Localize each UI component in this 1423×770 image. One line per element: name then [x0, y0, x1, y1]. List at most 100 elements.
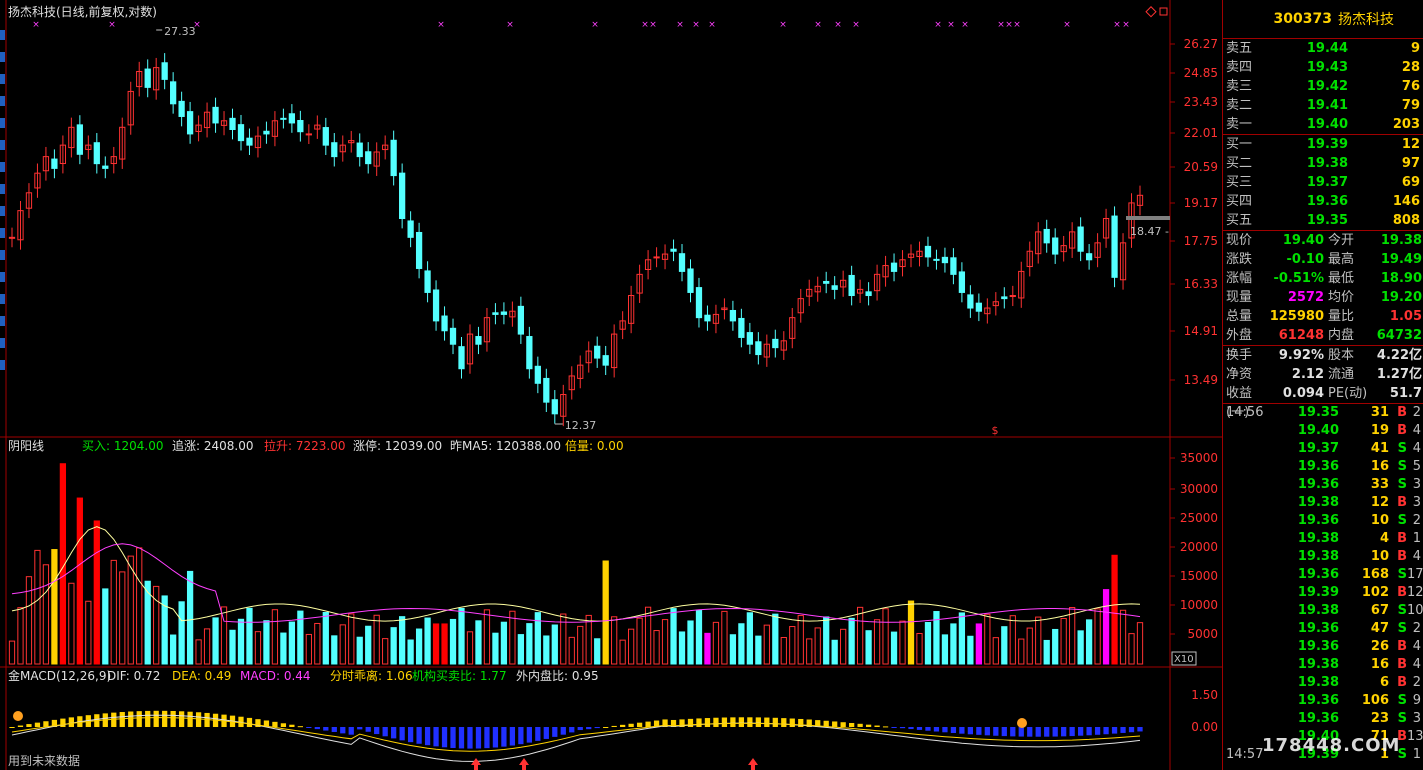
tick-row[interactable]: 19.38 4 B 1 — [1223, 530, 1423, 548]
bid-list: 买一 19.39 12 买二 19.38 97 买三 19.37 69 买四 19.36 146 买五 1… — [1223, 135, 1423, 231]
candle-body — [602, 355, 609, 366]
toolbar-dot[interactable] — [0, 338, 5, 348]
tick-row[interactable]: 19.36 33 S 3 — [1223, 476, 1423, 494]
tick-time — [1223, 584, 1281, 602]
tick-side: B — [1397, 585, 1407, 600]
toolbar-dot[interactable] — [0, 162, 5, 172]
top-event-marker: × — [1005, 20, 1013, 30]
main-title: 扬杰科技(日线,前复权,对数) — [8, 4, 157, 19]
toolbar-dot[interactable] — [0, 294, 5, 304]
toolbar-dot[interactable] — [0, 206, 5, 216]
tick-row[interactable]: 19.36 47 S 2 — [1223, 620, 1423, 638]
volume-bar — [1009, 615, 1016, 665]
macd-indicator-label: DEA: 0.49 — [172, 669, 231, 683]
tick-row[interactable]: 19.36 26 B 4 — [1223, 638, 1423, 656]
tick-row[interactable]: 19.36 10 S 2 — [1223, 512, 1423, 530]
toolbar-dot[interactable] — [0, 184, 5, 194]
ask-row[interactable]: 卖三 19.42 76 — [1223, 77, 1423, 96]
tick-row[interactable]: 19.38 67 S 10 — [1223, 602, 1423, 620]
toolbar-dot[interactable] — [0, 140, 5, 150]
toolbar-dot[interactable] — [0, 272, 5, 282]
toolbar-dot[interactable] — [0, 96, 5, 106]
volume-bar — [373, 614, 380, 665]
tick-row[interactable]: 19.37 41 S 4 — [1223, 440, 1423, 458]
tick-row[interactable]: 14:56 19.35 31 B 2 — [1223, 404, 1423, 422]
low-price-label: 12.37 — [565, 419, 597, 432]
top-event-marker: × — [961, 20, 969, 30]
tick-row[interactable]: 19.36 168 S 17 — [1223, 566, 1423, 584]
toolbar-dot[interactable] — [0, 316, 5, 326]
volume-bar — [1052, 628, 1059, 665]
volume-bar — [8, 640, 16, 665]
candle-body — [102, 165, 109, 169]
kline-chart[interactable]: 26.27 24.85 23.43 22.01 20.59 19.17 17.75 16.33… — [0, 0, 1222, 770]
volume-bar — [882, 608, 889, 665]
fundamental-label: 流通 — [1328, 367, 1355, 382]
macd-bar — [696, 718, 702, 727]
ask-row[interactable]: 卖四 19.43 28 — [1223, 58, 1423, 77]
volume-bar — [263, 620, 270, 665]
tick-time — [1223, 692, 1281, 710]
macd-bar — [1094, 727, 1101, 735]
ask-row[interactable]: 卖五 19.44 9 — [1223, 39, 1423, 58]
toolbar-dot[interactable] — [0, 52, 5, 62]
toolbar-dot[interactable] — [0, 360, 5, 370]
toolbar-dot[interactable] — [0, 30, 5, 40]
toolbar-dot[interactable] — [0, 74, 5, 84]
tick-row[interactable]: 19.38 6 B 2 — [1223, 674, 1423, 692]
volume-bar — [602, 560, 609, 665]
macd-bar — [772, 717, 778, 727]
macd-bar — [865, 724, 872, 727]
volume-bar — [772, 613, 779, 665]
tick-list[interactable]: 14:56 19.35 31 B 2 19.40 19 B 4 19.37 41 S 4 19.36 16 S… — [1223, 404, 1423, 764]
toolbar-dot[interactable] — [0, 228, 5, 238]
candle-body — [144, 68, 151, 88]
candle-body — [1077, 226, 1084, 252]
y-tick-label: 14.91 — [1184, 324, 1218, 338]
quote-value: 125980 — [1269, 309, 1324, 324]
tick-row[interactable]: 19.38 16 B 4 — [1223, 656, 1423, 674]
toolbar-dot[interactable] — [0, 250, 5, 260]
tick-row[interactable]: 19.36 16 S 5 — [1223, 458, 1423, 476]
tick-count: 3 — [1412, 711, 1421, 726]
volume-bar — [992, 637, 999, 665]
tick-row[interactable]: 19.38 10 B 4 — [1223, 548, 1423, 566]
toolbar-dot[interactable] — [0, 118, 5, 128]
y-tick-label: 22.01 — [1184, 126, 1218, 140]
volume-bar — [967, 635, 974, 665]
ask-row[interactable]: 卖二 19.41 79 — [1223, 96, 1423, 115]
macd-bar — [560, 727, 566, 735]
fundamentals: 换手 9.92% 股本 4.22亿 净资 2.12 流通 1.27亿 收益(一) 0.094 PE(… — [1223, 346, 1423, 420]
top-event-marker: × — [814, 20, 822, 30]
candle-body — [93, 142, 100, 165]
bid-row[interactable]: 买三 19.37 69 — [1223, 173, 1423, 192]
candle-body — [288, 113, 296, 124]
volume-bar — [856, 606, 864, 665]
volume-bar — [907, 600, 915, 665]
tick-volume: 12 — [1370, 495, 1389, 510]
bid-row[interactable]: 买二 19.38 97 — [1223, 154, 1423, 173]
volume-bar — [695, 609, 703, 665]
current-price-bar — [1126, 216, 1170, 220]
macd-bar — [187, 711, 193, 727]
tick-row[interactable]: 19.36 106 S 9 — [1223, 692, 1423, 710]
tick-row[interactable]: 19.40 19 B 4 — [1223, 422, 1423, 440]
candle-body — [297, 120, 304, 133]
volume-bar — [127, 555, 134, 665]
chart-area[interactable]: 26.27 24.85 23.43 22.01 20.59 19.17 17.75 16.33… — [0, 0, 1222, 770]
volume-bar — [806, 638, 813, 665]
volume-bar — [195, 639, 202, 665]
quote-row: 涨跌 -0.10 最高 19.49 — [1223, 250, 1423, 269]
bid-row[interactable]: 买一 19.39 12 — [1223, 135, 1423, 154]
macd-bar — [611, 725, 617, 727]
ask-row[interactable]: 卖一 19.40 203 — [1223, 115, 1423, 134]
tick-row[interactable]: 19.38 12 B 3 — [1223, 494, 1423, 512]
candle-body — [526, 336, 533, 370]
macd-bar — [738, 717, 745, 727]
tick-price: 19.36 — [1297, 459, 1339, 474]
tick-row[interactable]: 19.39 102 B 12 — [1223, 584, 1423, 602]
bid-row[interactable]: 买五 19.35 808 — [1223, 211, 1423, 230]
top-event-marker: × — [1063, 20, 1071, 30]
bid-row[interactable]: 买四 19.36 146 — [1223, 192, 1423, 211]
tick-row[interactable]: 19.36 23 S 3 — [1223, 710, 1423, 728]
